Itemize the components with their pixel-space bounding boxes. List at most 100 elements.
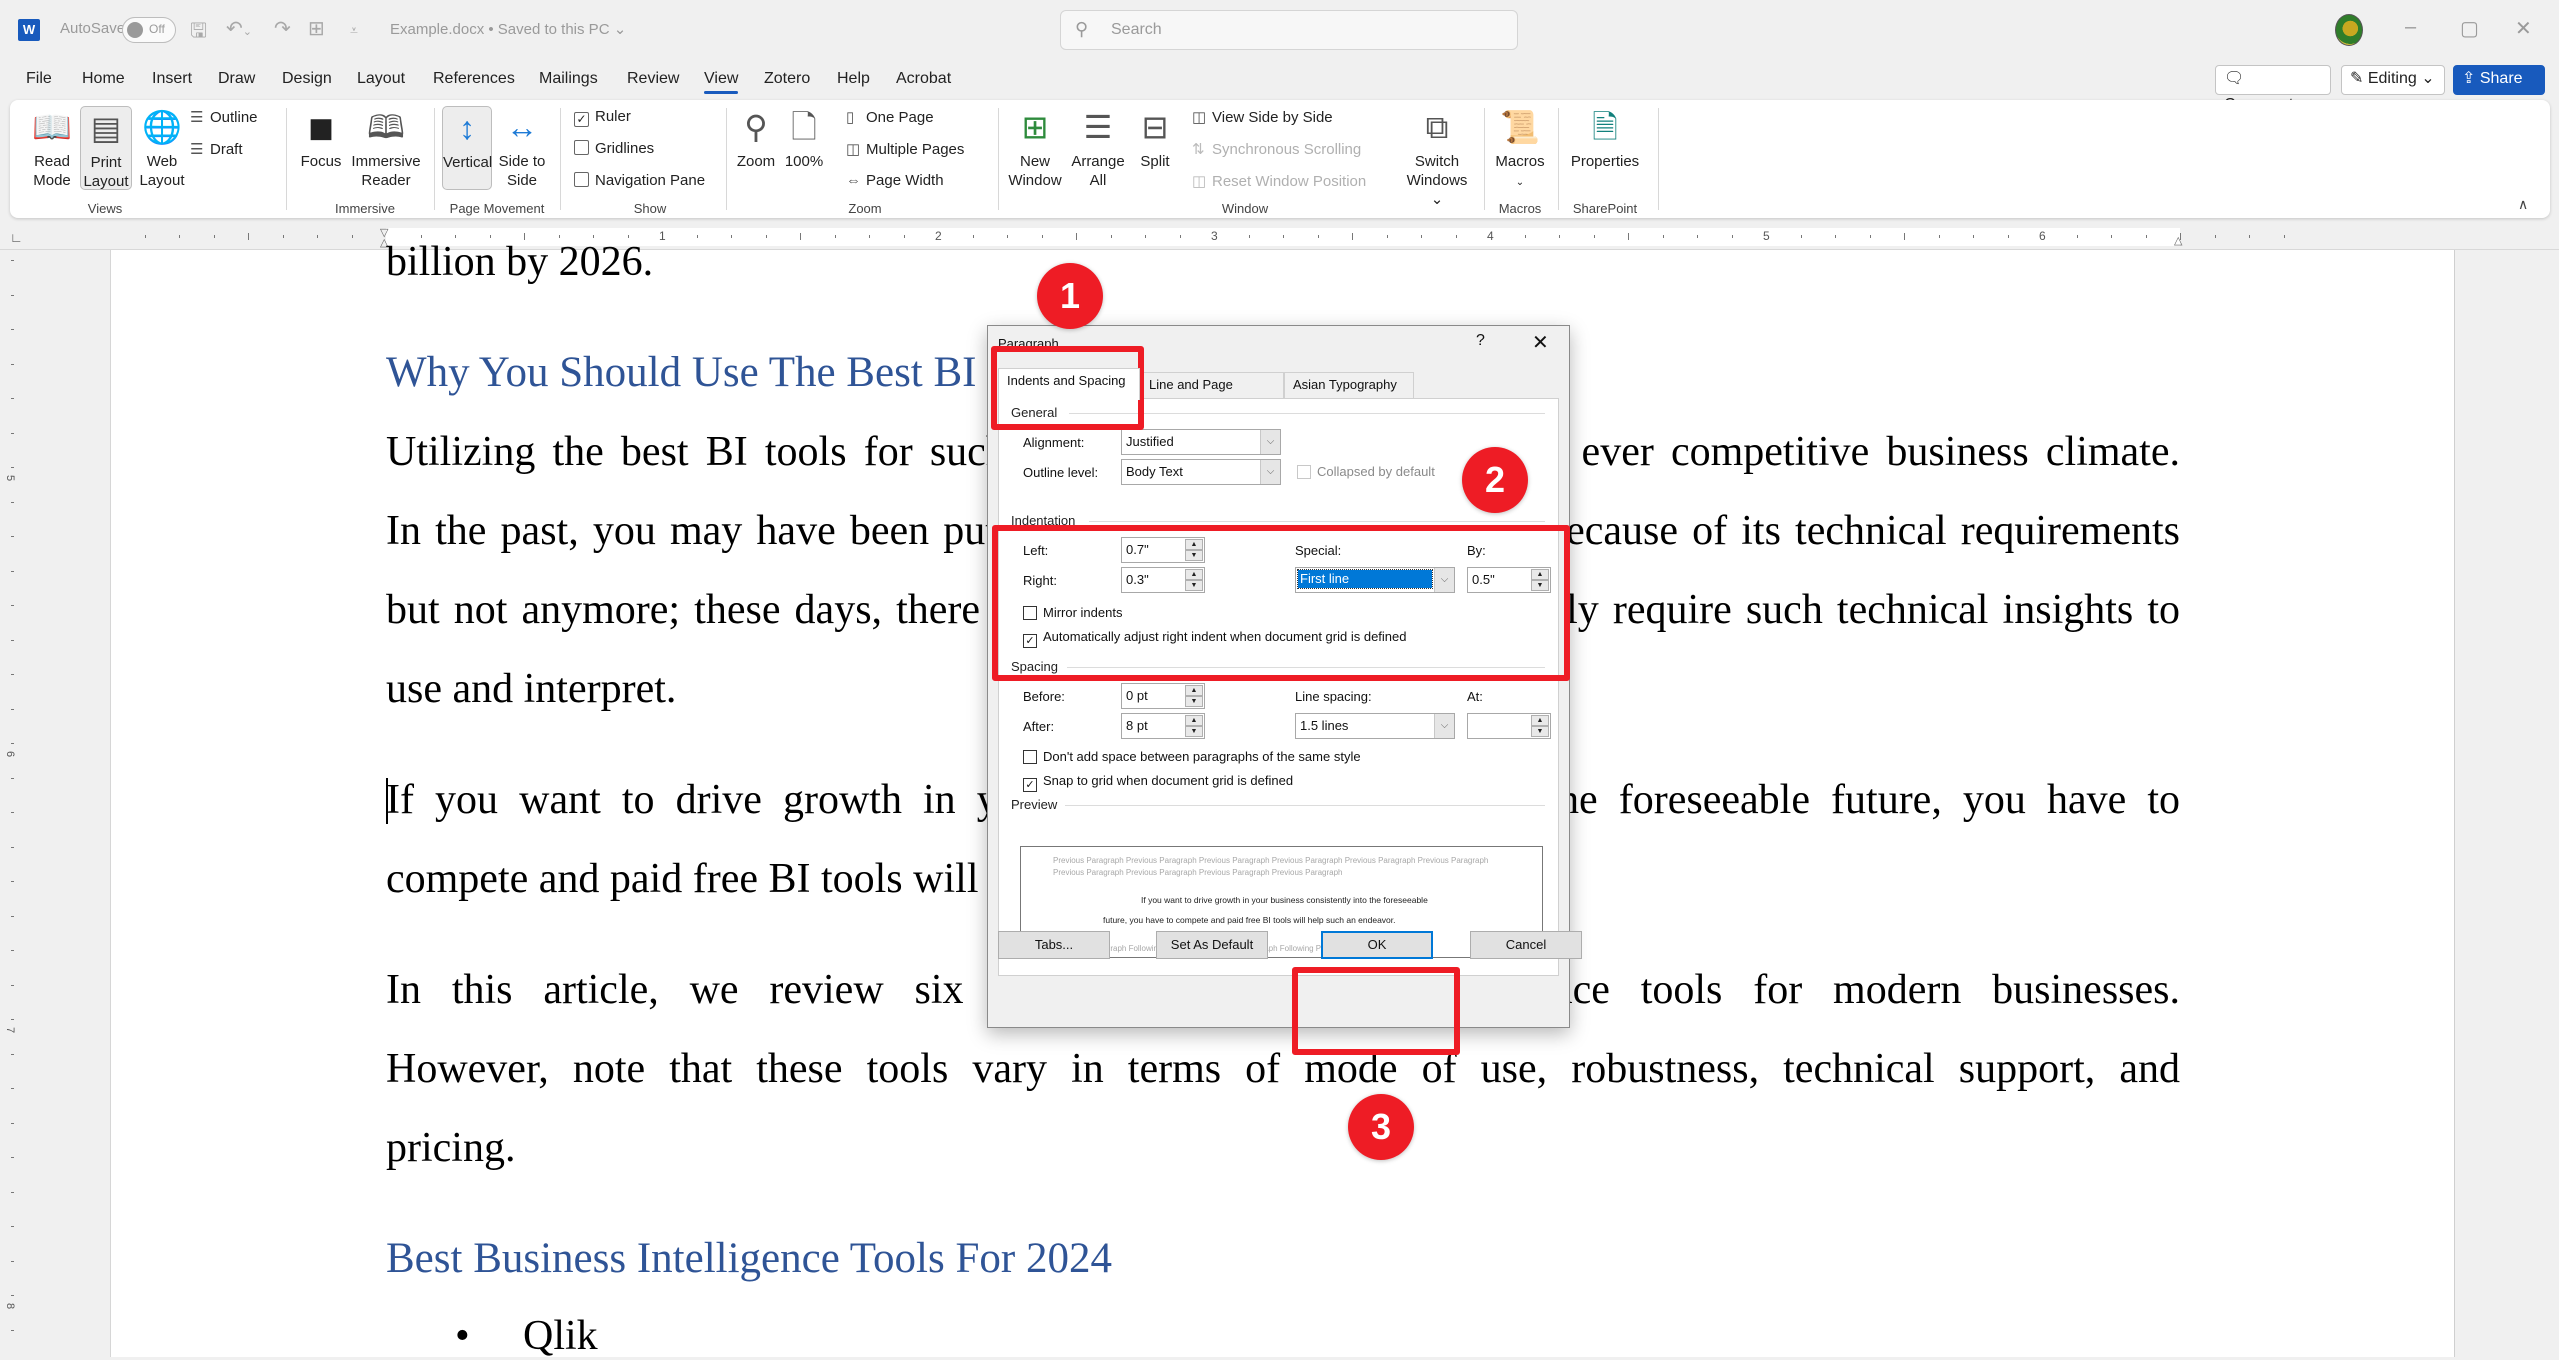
doc-line[interactable]: However, note that these tools vary in t… xyxy=(386,1045,2180,1093)
snap-to-grid-checkbox[interactable]: ✓ Snap to grid when document grid is defi… xyxy=(1023,773,1293,792)
collapsed-by-default-checkbox[interactable]: Collapsed by default xyxy=(1297,464,1435,479)
redo-icon[interactable]: ↷ xyxy=(274,16,291,41)
navigation-pane-checkbox[interactable]: Navigation Pane xyxy=(574,172,705,189)
outline-level-select[interactable]: Body Text ⌵ xyxy=(1121,459,1281,485)
one-page-button[interactable]: ▯ One Page xyxy=(846,108,934,126)
web-layout-icon: 🌐 xyxy=(142,109,182,145)
close-icon[interactable]: ✕ xyxy=(1532,330,1549,355)
new-window-button[interactable]: ⊞ New Window xyxy=(1006,106,1064,190)
ok-button[interactable]: OK xyxy=(1321,931,1433,959)
doc-heading[interactable]: Best Business Intelligence Tools For 202… xyxy=(386,1234,1112,1283)
vertical-ruler[interactable]: 5 6 7 8 xyxy=(0,250,24,1357)
properties-button[interactable]: 🗎 Properties xyxy=(1566,106,1644,190)
gridlines-checkbox[interactable]: Gridlines xyxy=(574,140,654,157)
horizontal-ruler[interactable]: ∟ 1 2 3 4 5 6 ▽ △ △ xyxy=(0,226,2559,250)
tab-help[interactable]: Help xyxy=(837,70,870,88)
tab-view[interactable]: View xyxy=(704,70,739,94)
tab-references[interactable]: References xyxy=(433,70,515,88)
dont-add-space-checkbox[interactable]: Don't add space between paragraphs of th… xyxy=(1023,749,1361,764)
view-side-by-side-button[interactable]: ◫ View Side by Side xyxy=(1192,108,1333,126)
tab-acrobat[interactable]: Acrobat xyxy=(896,70,951,88)
print-layout-button[interactable]: ▤ Print Layout xyxy=(80,106,132,190)
bullet-item[interactable]: Qlik xyxy=(523,1312,598,1360)
share-button[interactable]: ⇪ Share ⌄ xyxy=(2453,65,2545,113)
spin-up-icon[interactable]: ▲ xyxy=(1185,685,1203,696)
ruler-tick xyxy=(11,674,14,675)
search-box[interactable]: ⚲ Search xyxy=(1060,10,1518,50)
macros-button[interactable]: 📜 Macros ⌄ xyxy=(1492,106,1548,190)
outline-button[interactable]: ☰ Outline xyxy=(190,108,258,126)
switch-windows-button[interactable]: ⧉ Switch Windows ⌄ xyxy=(1402,106,1472,208)
read-mode-button[interactable]: 📖 Read Mode xyxy=(26,106,78,190)
spin-down-icon[interactable]: ▼ xyxy=(1185,696,1203,707)
close-icon[interactable]: ✕ xyxy=(2515,16,2532,41)
cancel-button[interactable]: Cancel xyxy=(1470,931,1582,959)
tab-line-and-page-breaks[interactable]: Line and Page Breaks xyxy=(1140,372,1284,416)
tab-insert[interactable]: Insert xyxy=(152,70,192,88)
zoom-button[interactable]: ⚲ Zoom xyxy=(734,106,778,190)
split-label: Split xyxy=(1140,153,1170,170)
reset-window-position-button[interactable]: ◫ Reset Window Position xyxy=(1192,172,1366,190)
doc-line[interactable]: billion by 2026. xyxy=(386,238,653,286)
spin-up-icon[interactable]: ▲ xyxy=(1531,715,1549,726)
collapse-ribbon-icon[interactable]: ∧ xyxy=(2518,196,2528,213)
tabs-button[interactable]: Tabs... xyxy=(998,931,1110,959)
side-to-side-button[interactable]: ↔ Side to Side xyxy=(496,106,548,190)
ruler-tick xyxy=(11,985,14,986)
save-icon[interactable]: 🖫 xyxy=(190,16,207,50)
restore-icon[interactable]: ▢ xyxy=(2460,16,2479,41)
split-button[interactable]: ⊟ Split xyxy=(1130,106,1180,190)
spacing-after-spinner[interactable]: 8 pt ▲ ▼ xyxy=(1121,713,1205,739)
set-as-default-button[interactable]: Set As Default xyxy=(1156,931,1268,959)
tab-mailings[interactable]: Mailings xyxy=(539,70,598,88)
alignment-select[interactable]: Justified ⌵ xyxy=(1121,429,1281,455)
line-spacing-select[interactable]: 1.5 lines ⌵ xyxy=(1295,713,1455,739)
minimize-icon[interactable]: – xyxy=(2405,16,2416,39)
tab-design[interactable]: Design xyxy=(282,70,332,88)
web-layout-button[interactable]: 🌐 Web Layout xyxy=(134,106,190,190)
customize-toolbar-icon[interactable]: ⩡ xyxy=(350,22,358,39)
ruler-tick xyxy=(2008,235,2009,238)
at-spinner[interactable]: ▲ ▼ xyxy=(1467,713,1551,739)
right-indent-marker-icon[interactable]: △ xyxy=(2174,234,2182,247)
doc-heading[interactable]: Why You Should Use The Best BI Tools xyxy=(386,348,1081,397)
preview-following-text: Following Paragraph Following Paragraph … xyxy=(1053,944,1429,953)
vertical-button[interactable]: ↕ Vertical xyxy=(442,106,492,190)
ruler-checkbox[interactable]: ✓ Ruler xyxy=(574,108,631,127)
undo-icon[interactable]: ↶⌄ xyxy=(226,16,252,41)
spacing-before-spinner[interactable]: 0 pt ▲ ▼ xyxy=(1121,683,1205,709)
document-title[interactable]: Example.docx • Saved to this PC ⌄ xyxy=(390,20,626,38)
synchronous-scrolling-button[interactable]: ⇅ Synchronous Scrolling xyxy=(1192,140,1361,158)
multiple-pages-button[interactable]: ◫ Multiple Pages xyxy=(846,140,964,158)
tab-layout[interactable]: Layout xyxy=(357,70,405,88)
tab-stop-selector-icon[interactable]: ∟ xyxy=(10,230,23,245)
tab-zotero[interactable]: Zotero xyxy=(764,70,810,88)
spin-up-icon[interactable]: ▲ xyxy=(1185,715,1203,726)
comments-button[interactable]: 🗨 Comments xyxy=(2215,65,2331,113)
immersive-reader-button[interactable]: 🕮 Immersive Reader xyxy=(348,106,424,190)
page-width-button[interactable]: ⇔ Page Width xyxy=(846,172,944,189)
help-icon[interactable]: ? xyxy=(1476,332,1485,350)
ruler-tick xyxy=(2077,235,2078,238)
autosave-toggle[interactable]: Off xyxy=(122,17,176,43)
focus-button[interactable]: ◼ Focus xyxy=(296,106,346,190)
tab-draw[interactable]: Draw xyxy=(218,70,255,88)
spin-down-icon[interactable]: ▼ xyxy=(1185,726,1203,737)
tab-review[interactable]: Review xyxy=(627,70,679,88)
table-icon[interactable]: ⊞ xyxy=(308,16,325,41)
tab-asian-typography[interactable]: Asian Typography xyxy=(1284,372,1414,398)
spin-down-icon[interactable]: ▼ xyxy=(1531,726,1549,737)
tab-file[interactable]: File xyxy=(26,70,52,88)
search-placeholder: Search xyxy=(1111,21,1162,38)
editing-mode-button[interactable]: ✎ Editing ⌄ xyxy=(2341,65,2445,95)
avatar[interactable] xyxy=(2335,14,2363,46)
tab-indents-and-spacing[interactable]: Indents and Spacing xyxy=(998,368,1140,400)
zoom-100-button[interactable]: 🗋 100% xyxy=(782,106,826,190)
doc-line[interactable]: pricing. xyxy=(386,1124,515,1172)
tab-home[interactable]: Home xyxy=(82,70,125,88)
draft-button[interactable]: ☰ Draft xyxy=(190,140,243,158)
arrange-all-button[interactable]: ☰ Arrange All xyxy=(1068,106,1128,190)
macros-label: Macros xyxy=(1495,153,1545,170)
section-divider xyxy=(1089,521,1545,522)
doc-line[interactable]: use and interpret. xyxy=(386,665,676,713)
